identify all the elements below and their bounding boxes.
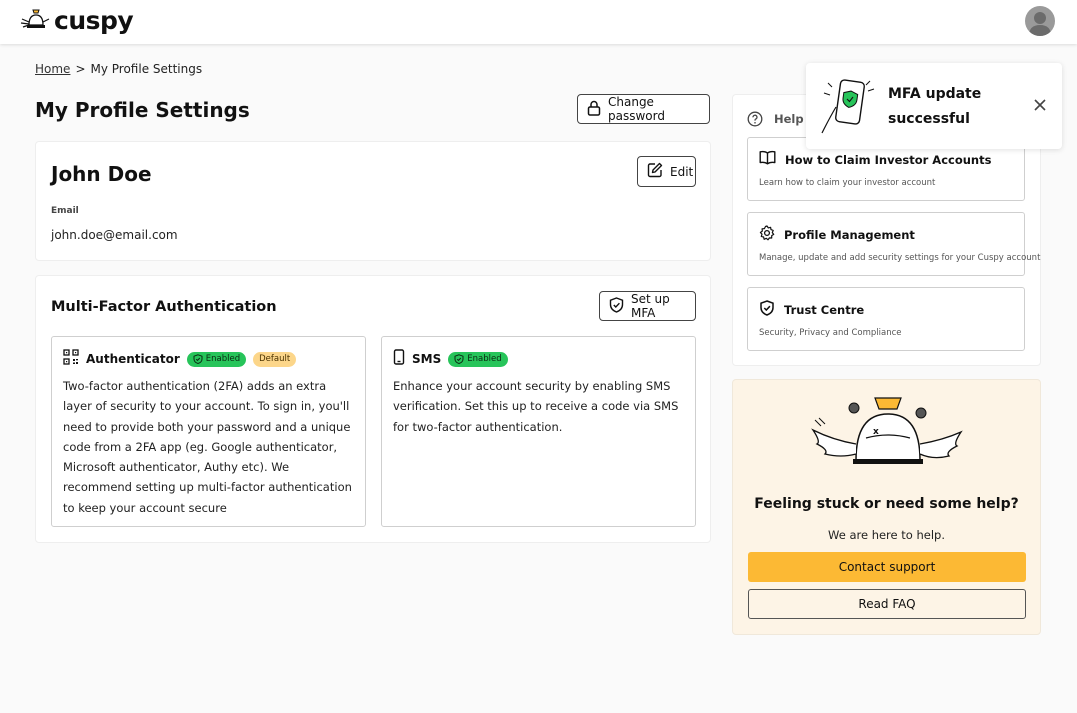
phone-shield-illustration bbox=[820, 77, 880, 139]
enabled-badge: Enabled bbox=[186, 351, 247, 367]
mfa-method-authenticator[interactable]: Authenticator Enabled Default Two-factor… bbox=[51, 336, 366, 527]
enabled-badge: Enabled bbox=[448, 351, 508, 367]
mfa-title: Multi-Factor Authentication bbox=[51, 299, 277, 315]
edit-profile-button[interactable]: Edit bbox=[637, 156, 696, 187]
mfa-method-description: Enhance your account security by enablin… bbox=[393, 379, 679, 434]
mfa-method-sms[interactable]: SMS Enabled Enhance your account securit… bbox=[381, 336, 696, 527]
help-item-trust-centre[interactable]: Trust Centre Security, Privacy and Compl… bbox=[747, 287, 1025, 351]
setup-mfa-button[interactable]: Set up MFA bbox=[599, 291, 696, 321]
toast-notification: MFA update successful bbox=[806, 63, 1062, 149]
mfa-method-description: Two-factor authentication (2FA) adds an … bbox=[63, 379, 352, 515]
profile-card: John Doe Edit Email john.doe@email.com bbox=[35, 141, 711, 261]
user-avatar-icon[interactable] bbox=[1025, 6, 1055, 36]
edit-label: Edit bbox=[670, 164, 694, 179]
shield-check-icon bbox=[609, 296, 624, 316]
mfa-method-name: Authenticator bbox=[86, 352, 180, 366]
shield-check-icon bbox=[193, 354, 203, 364]
setup-mfa-label: Set up MFA bbox=[631, 292, 670, 320]
book-icon bbox=[759, 150, 776, 169]
help-item-profile-management[interactable]: Profile Management Manage, update and ad… bbox=[747, 212, 1040, 276]
mfa-card: Multi-Factor Authentication Set up MFA A… bbox=[35, 275, 711, 543]
shield-check-icon bbox=[759, 300, 775, 320]
help-item-desc: Manage, update and add security settings… bbox=[759, 253, 1041, 263]
top-bar: cuspy bbox=[0, 0, 1077, 44]
gear-icon bbox=[759, 225, 775, 245]
help-item-desc: Learn how to claim your investor account bbox=[759, 178, 936, 188]
help-item-title: Profile Management bbox=[784, 228, 915, 242]
toast-message: MFA update successful bbox=[888, 86, 982, 127]
shield-check-icon bbox=[454, 354, 464, 364]
phone-icon bbox=[393, 349, 405, 369]
logo-text: cuspy bbox=[54, 5, 134, 35]
help-item-title: Trust Centre bbox=[784, 303, 865, 317]
breadcrumb-current: My Profile Settings bbox=[90, 62, 203, 76]
page-title: My Profile Settings bbox=[35, 98, 250, 122]
svg-text:x: x bbox=[873, 427, 879, 437]
breadcrumb: Home > My Profile Settings bbox=[35, 62, 202, 76]
lock-icon bbox=[587, 100, 601, 119]
support-subtitle: We are here to help. bbox=[828, 528, 945, 542]
support-card: x Feeling stuck or need some help? We ar… bbox=[732, 379, 1041, 635]
help-item-title: How to Claim Investor Accounts bbox=[785, 152, 992, 167]
help-item-desc: Security, Privacy and Compliance bbox=[759, 328, 902, 338]
change-password-button[interactable]: Change password bbox=[577, 94, 710, 124]
qr-code-icon bbox=[63, 349, 79, 369]
flying-bell-illustration: x bbox=[811, 392, 963, 484]
breadcrumb-home-link[interactable]: Home bbox=[35, 62, 70, 76]
help-question-icon bbox=[747, 111, 763, 131]
email-label: Email bbox=[51, 206, 79, 216]
logo[interactable]: cuspy bbox=[20, 5, 134, 35]
change-password-label: Change password bbox=[608, 95, 665, 123]
read-faq-button[interactable]: Read FAQ bbox=[748, 589, 1026, 619]
close-icon[interactable] bbox=[1032, 97, 1048, 113]
mfa-method-name: SMS bbox=[412, 352, 442, 366]
user-name: John Doe bbox=[51, 162, 152, 186]
cuspy-bell-icon bbox=[20, 7, 50, 33]
contact-support-button[interactable]: Contact support bbox=[748, 552, 1026, 582]
edit-icon bbox=[647, 162, 663, 181]
default-badge: Default bbox=[253, 351, 297, 367]
email-value: john.doe@email.com bbox=[51, 228, 178, 242]
support-title: Feeling stuck or need some help? bbox=[754, 496, 1019, 512]
breadcrumb-separator: > bbox=[75, 62, 86, 76]
